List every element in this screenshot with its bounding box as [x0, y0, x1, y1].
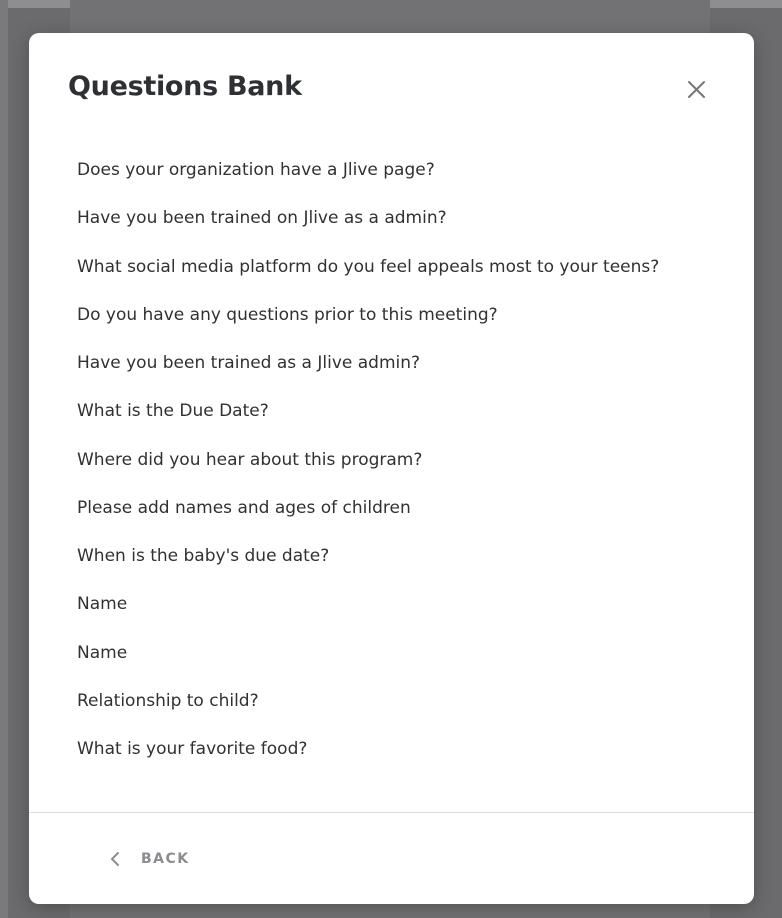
question-item[interactable]: Name [77, 590, 659, 638]
question-item[interactable]: Where did you hear about this program? [77, 446, 659, 494]
question-item[interactable]: Does your organization have a Jlive page… [77, 156, 659, 204]
question-item[interactable]: Please add names and ages of children [77, 494, 659, 542]
footer-divider [29, 812, 754, 813]
question-item[interactable]: Name [77, 639, 659, 687]
modal-title: Questions Bank [68, 71, 302, 102]
questions-bank-modal: Questions Bank Does your organization ha… [29, 33, 754, 904]
close-button[interactable] [684, 77, 710, 103]
question-item[interactable]: What is the Due Date? [77, 397, 659, 445]
question-list: Does your organization have a Jlive page… [77, 156, 659, 783]
close-icon [688, 81, 705, 98]
question-item[interactable]: When is the baby's due date? [77, 542, 659, 590]
question-item[interactable]: Relationship to child? [77, 687, 659, 735]
question-item[interactable]: What social media platform do you feel a… [77, 253, 659, 301]
backdrop-page-edge-left [0, 0, 8, 918]
question-item[interactable]: Have you been trained on Jlive as a admi… [77, 204, 659, 252]
back-label: BACK [141, 851, 190, 867]
back-button[interactable]: BACK [109, 847, 190, 871]
chevron-left-icon [109, 851, 123, 867]
question-item[interactable]: Have you been trained as a Jlive admin? [77, 349, 659, 397]
question-item[interactable]: What is your favorite food? [77, 735, 659, 783]
question-item[interactable]: Do you have any questions prior to this … [77, 301, 659, 349]
